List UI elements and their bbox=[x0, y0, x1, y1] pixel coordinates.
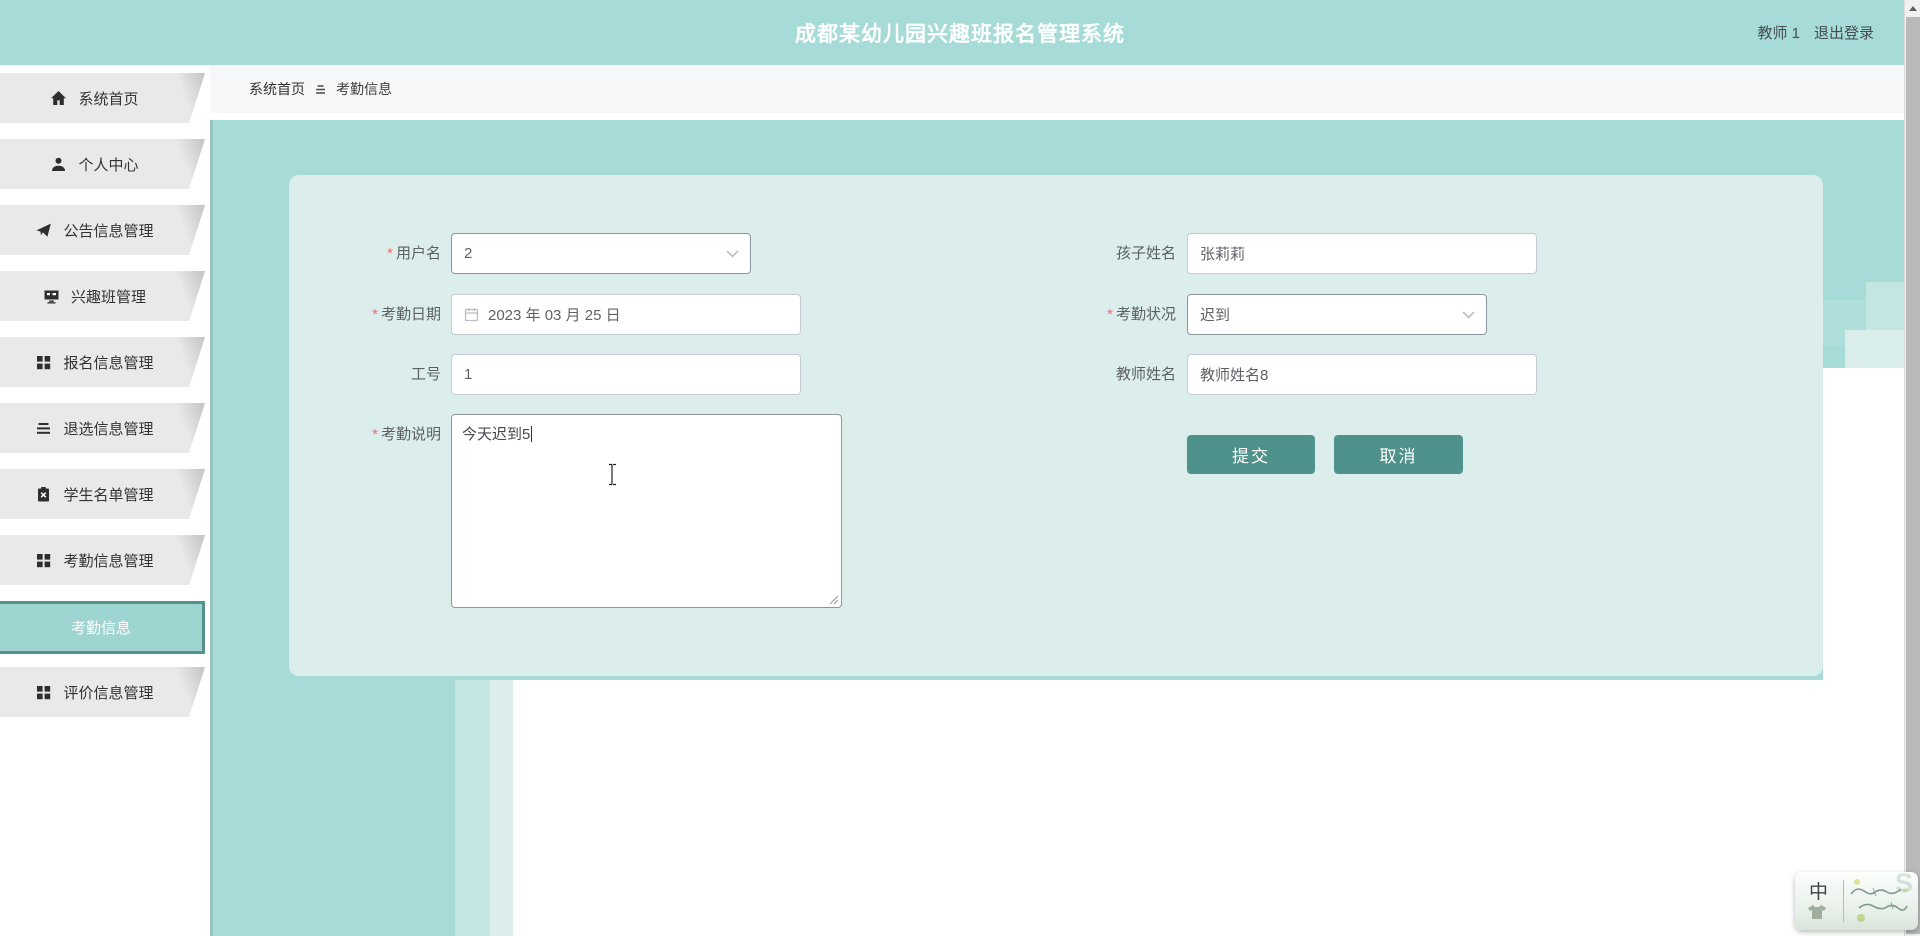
decor-sidebar-shadow bbox=[210, 120, 213, 936]
logout-link[interactable]: 退出登录 bbox=[1814, 22, 1874, 43]
current-user-label: 教师 1 bbox=[1757, 25, 1800, 42]
user-icon bbox=[50, 156, 67, 173]
chevron-down-icon bbox=[726, 249, 739, 258]
header-user-area: 教师 1 退出登录 bbox=[1757, 0, 1874, 65]
decor-left-strip bbox=[490, 680, 513, 936]
child-name-input[interactable]: 张莉莉 bbox=[1187, 233, 1537, 274]
arrow-up-icon bbox=[1909, 6, 1917, 11]
breadcrumb: 系统首页 考勤信息 bbox=[210, 65, 1904, 113]
resize-handle-icon[interactable] bbox=[829, 595, 839, 605]
attendance-status-select[interactable]: 迟到 bbox=[1187, 294, 1487, 335]
ime-logo-watermark: S bbox=[1894, 872, 1913, 898]
note-textarea[interactable]: 今天迟到5 bbox=[451, 414, 842, 608]
required-mark: * bbox=[372, 426, 378, 443]
sidebar-item-withdrawals[interactable]: 退选信息管理 bbox=[0, 403, 205, 453]
sidebar-item-label: 报名信息管理 bbox=[63, 354, 154, 372]
sidebar-subitem-attendance-info-active[interactable]: 考勤信息 bbox=[0, 601, 205, 654]
username-select[interactable]: 2 bbox=[451, 233, 751, 274]
ime-divider bbox=[1843, 880, 1844, 922]
grid-icon bbox=[35, 354, 52, 371]
cancel-button[interactable]: 取消 bbox=[1334, 435, 1463, 474]
required-mark: * bbox=[1107, 306, 1113, 323]
ime-toolbar[interactable]: 中 S bbox=[1795, 872, 1918, 930]
username-label: * 用户名 bbox=[387, 245, 441, 262]
sidebar-item-profile[interactable]: 个人中心 bbox=[0, 139, 205, 189]
breadcrumb-separator-icon bbox=[316, 84, 325, 94]
sidebar-item-registrations[interactable]: 报名信息管理 bbox=[0, 337, 205, 387]
required-mark: * bbox=[387, 245, 393, 262]
sidebar-item-student-roster[interactable]: 学生名单管理 bbox=[0, 469, 205, 519]
grid-icon bbox=[35, 552, 52, 569]
child-name-value: 张莉莉 bbox=[1200, 246, 1246, 263]
sidebar-item-label: 兴趣班管理 bbox=[70, 288, 146, 306]
mouse-ibeam-cursor bbox=[609, 463, 616, 486]
sidebar-item-label: 学生名单管理 bbox=[63, 486, 154, 504]
sidebar-item-attendance[interactable]: 考勤信息管理 bbox=[0, 535, 205, 585]
note-value: 今天迟到5 bbox=[462, 426, 531, 443]
decor-pixel-step bbox=[1845, 330, 1904, 368]
username-value: 2 bbox=[464, 245, 473, 262]
work-no-value: 1 bbox=[464, 366, 473, 383]
sidebar-item-label: 个人中心 bbox=[78, 156, 139, 174]
work-no-input[interactable]: 1 bbox=[451, 354, 801, 395]
attendance-form-panel: * 用户名 2 孩子姓名 张莉莉 * 考勤日期 2023 年 03 月 25 日 *… bbox=[289, 175, 1823, 676]
send-icon bbox=[35, 222, 52, 239]
desktop-icon bbox=[43, 288, 60, 305]
sidebar-item-label: 评价信息管理 bbox=[63, 684, 154, 702]
text-caret bbox=[531, 426, 533, 442]
ime-mode-indicator: 中 bbox=[1809, 882, 1829, 903]
breadcrumb-current: 考勤信息 bbox=[336, 81, 392, 97]
breadcrumb-root[interactable]: 系统首页 bbox=[249, 79, 305, 99]
page-title: 成都某幼儿园兴趣班报名管理系统 bbox=[795, 22, 1125, 46]
teacher-name-label: 教师姓名 bbox=[1115, 366, 1176, 383]
decor-left-strip bbox=[455, 680, 490, 936]
sidebar: 系统首页 个人中心 公告信息管理 兴趣班管理 报名信息管理 退选信息管理 学生名… bbox=[0, 65, 210, 936]
sidebar-active-label: 考勤信息 bbox=[70, 620, 131, 637]
header-bar: 成都某幼儿园兴趣班报名管理系统 教师 1 退出登录 bbox=[0, 0, 1920, 65]
teacher-name-value: 教师姓名8 bbox=[1200, 367, 1269, 384]
decor-white-cut bbox=[1823, 368, 1904, 680]
attendance-date-value: 2023 年 03 月 25 日 bbox=[488, 307, 621, 324]
sidebar-item-label: 公告信息管理 bbox=[63, 222, 154, 240]
ime-skin-shirt-icon bbox=[1808, 905, 1826, 919]
decor-pixel-step bbox=[1866, 282, 1904, 330]
app-window: 成都某幼儿园兴趣班报名管理系统 教师 1 退出登录 系统首页 个人中心 公告信息… bbox=[0, 0, 1920, 936]
decor-left-strip bbox=[210, 680, 455, 936]
teacher-name-input[interactable]: 教师姓名8 bbox=[1187, 354, 1537, 395]
attendance-date-input[interactable]: 2023 年 03 月 25 日 bbox=[451, 294, 801, 335]
work-no-label: 工号 bbox=[410, 366, 441, 383]
sidebar-item-evaluations[interactable]: 评价信息管理 bbox=[0, 667, 205, 717]
required-mark: * bbox=[372, 306, 378, 323]
chevron-down-icon bbox=[1462, 310, 1475, 319]
vertical-scrollbar[interactable] bbox=[1904, 0, 1920, 936]
grid-icon bbox=[35, 684, 52, 701]
list-icon bbox=[35, 420, 52, 437]
scrollbar-up-button[interactable] bbox=[1905, 0, 1920, 17]
attendance-status-label: * 考勤状况 bbox=[1107, 306, 1176, 323]
attendance-date-label: * 考勤日期 bbox=[372, 306, 441, 323]
submit-button[interactable]: 提交 bbox=[1187, 435, 1315, 474]
sidebar-item-label: 退选信息管理 bbox=[63, 420, 154, 438]
home-icon bbox=[50, 90, 67, 107]
sidebar-item-classes[interactable]: 兴趣班管理 bbox=[0, 271, 205, 321]
note-label: * 考勤说明 bbox=[372, 426, 441, 443]
calendar-icon bbox=[464, 308, 479, 322]
sidebar-item-home[interactable]: 系统首页 bbox=[0, 73, 205, 123]
attendance-status-value: 迟到 bbox=[1200, 307, 1231, 324]
clipboard-x-icon bbox=[35, 486, 52, 503]
child-name-label: 孩子姓名 bbox=[1115, 245, 1176, 262]
sidebar-item-label: 系统首页 bbox=[78, 90, 139, 108]
sidebar-item-label: 考勤信息管理 bbox=[63, 552, 154, 570]
scrollbar-thumb[interactable] bbox=[1906, 17, 1920, 934]
sidebar-item-announcements[interactable]: 公告信息管理 bbox=[0, 205, 205, 255]
